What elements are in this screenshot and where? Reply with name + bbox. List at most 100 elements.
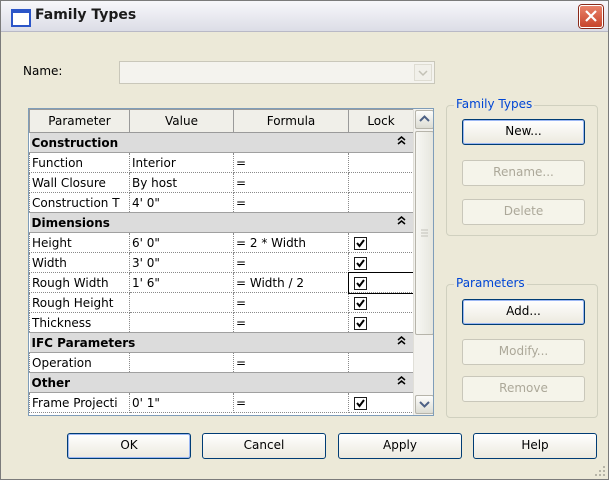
apply-button[interactable]: Apply [338, 433, 462, 459]
group-name: Construction [31, 135, 119, 150]
lock-checkbox[interactable] [354, 396, 367, 410]
remove-button[interactable]: Remove [462, 376, 585, 402]
column-header-parameter[interactable]: Parameter [29, 109, 130, 133]
parameter-lock-cell[interactable] [348, 392, 414, 413]
parameter-formula-cell[interactable]: = [233, 252, 349, 273]
parameter-value-cell[interactable]: 1' 6" [129, 272, 234, 293]
column-header-formula[interactable]: Formula [233, 109, 349, 133]
window-title: Family Types [35, 7, 137, 23]
parameter-value-cell[interactable]: 3' 0" [129, 252, 234, 273]
parameter-row[interactable]: Height 6' 0" = 2 * Width [29, 232, 414, 253]
parameter-formula-cell[interactable]: = Width / 2 [233, 272, 349, 293]
grid-vertical-scrollbar[interactable] [413, 109, 433, 415]
column-header-lock[interactable]: Lock [348, 109, 414, 133]
parameter-row[interactable]: Rough Width 1' 6" = Width / 2 [29, 271, 415, 294]
resize-grip-icon[interactable] [594, 465, 606, 477]
group-name: Dimensions [31, 215, 110, 230]
parameter-row[interactable]: Wall Closure By host = [29, 172, 414, 193]
parameter-lock-cell[interactable] [348, 172, 414, 193]
parameter-value-cell[interactable]: By host [129, 172, 234, 193]
parameter-lock-cell[interactable] [347, 271, 415, 294]
parameter-name-cell: Thickness [29, 312, 130, 333]
new-button[interactable]: New... [462, 119, 585, 145]
delete-button[interactable]: Delete [462, 199, 585, 225]
window-icon [11, 9, 31, 27]
parameter-value-cell[interactable]: Interior [129, 152, 234, 173]
grip-lines-icon [421, 229, 428, 237]
cancel-button[interactable]: Cancel [202, 433, 326, 459]
check-icon [356, 318, 365, 328]
parameter-row[interactable]: Function Interior = [29, 152, 414, 173]
parameter-formula-cell[interactable]: = [233, 152, 349, 173]
parameter-row[interactable]: Frame Projecti 0' 1" = [29, 392, 414, 413]
name-combobox[interactable] [119, 61, 435, 84]
parameter-name-cell: Rough Height [29, 292, 130, 313]
group-collapse-toggle[interactable] [397, 375, 406, 389]
check-icon [356, 398, 365, 408]
help-button[interactable]: Help [473, 433, 597, 459]
parameter-row[interactable]: Operation = [29, 352, 414, 373]
parameter-formula-cell[interactable]: = [233, 312, 349, 333]
parameter-formula-cell[interactable]: = 2 * Width [233, 232, 349, 253]
parameter-value-cell[interactable]: 4' 0" [129, 192, 234, 213]
parameters-group-title: Parameters [454, 276, 527, 290]
parameter-value-cell[interactable]: 6' 0" [129, 232, 234, 253]
rename-button[interactable]: Rename... [462, 160, 585, 186]
parameter-lock-cell[interactable] [348, 232, 414, 253]
parameter-formula-cell[interactable]: = [233, 192, 349, 213]
group-collapse-toggle[interactable] [397, 135, 406, 149]
lock-checkbox[interactable] [354, 316, 367, 330]
modify-button[interactable]: Modify... [462, 339, 585, 365]
collapse-chevron-icon [397, 135, 405, 145]
parameter-lock-cell[interactable] [348, 352, 414, 373]
parameter-lock-cell[interactable] [348, 312, 414, 333]
parameter-name-cell: Width [29, 252, 130, 273]
parameter-lock-cell[interactable] [348, 292, 414, 313]
scroll-up-button[interactable] [415, 110, 433, 129]
parameter-formula-cell[interactable]: = [233, 392, 349, 413]
parameter-row[interactable]: Rough Height = [29, 292, 414, 313]
parameter-value-cell[interactable] [129, 352, 234, 373]
check-icon [356, 278, 365, 288]
parameter-row[interactable]: Construction T 4' 0" = [29, 192, 414, 213]
group-name: IFC Parameters [31, 335, 136, 350]
ok-button[interactable]: OK [67, 433, 191, 459]
name-label: Name: [23, 64, 63, 78]
group-collapse-toggle[interactable] [397, 335, 406, 349]
title-bar[interactable]: Family Types [1, 1, 608, 32]
parameter-lock-cell[interactable] [348, 152, 414, 173]
parameter-lock-cell[interactable] [348, 252, 414, 273]
parameter-row[interactable]: Thickness = [29, 312, 414, 333]
add-button[interactable]: Add... [462, 299, 585, 325]
lock-checkbox[interactable] [354, 296, 367, 310]
parameter-name-cell: Construction T [29, 192, 130, 213]
parameter-lock-cell[interactable] [348, 192, 414, 213]
close-button[interactable] [579, 5, 603, 28]
scroll-down-button[interactable] [415, 395, 433, 414]
parameter-formula-cell[interactable]: = [233, 172, 349, 193]
collapse-chevron-icon [397, 375, 405, 385]
lock-checkbox[interactable] [354, 256, 367, 270]
name-dropdown-button[interactable] [414, 64, 432, 81]
family-types-group-title: Family Types [454, 97, 535, 111]
parameter-name-cell: Wall Closure [29, 172, 130, 193]
parameter-row[interactable]: Width 3' 0" = [29, 252, 414, 273]
scroll-thumb[interactable] [415, 131, 433, 335]
column-header-value[interactable]: Value [129, 109, 234, 133]
group-header-row[interactable]: IFC Parameters [29, 332, 414, 353]
parameter-value-cell[interactable] [129, 292, 234, 313]
chevron-up-icon [419, 115, 430, 122]
parameter-value-cell[interactable] [129, 312, 234, 333]
parameter-name-cell: Height [29, 232, 130, 253]
group-header-row[interactable]: Construction [29, 132, 414, 153]
lock-checkbox[interactable] [354, 236, 367, 250]
parameter-formula-cell[interactable]: = [233, 292, 349, 313]
group-header-row[interactable]: Dimensions [29, 212, 414, 233]
check-icon [356, 298, 365, 308]
lock-checkbox[interactable] [354, 276, 367, 290]
parameter-name-cell: Rough Width [29, 272, 130, 293]
parameter-formula-cell[interactable]: = [233, 352, 349, 373]
group-collapse-toggle[interactable] [397, 215, 406, 229]
group-header-row[interactable]: Other [29, 372, 414, 393]
parameter-value-cell[interactable]: 0' 1" [129, 392, 234, 413]
